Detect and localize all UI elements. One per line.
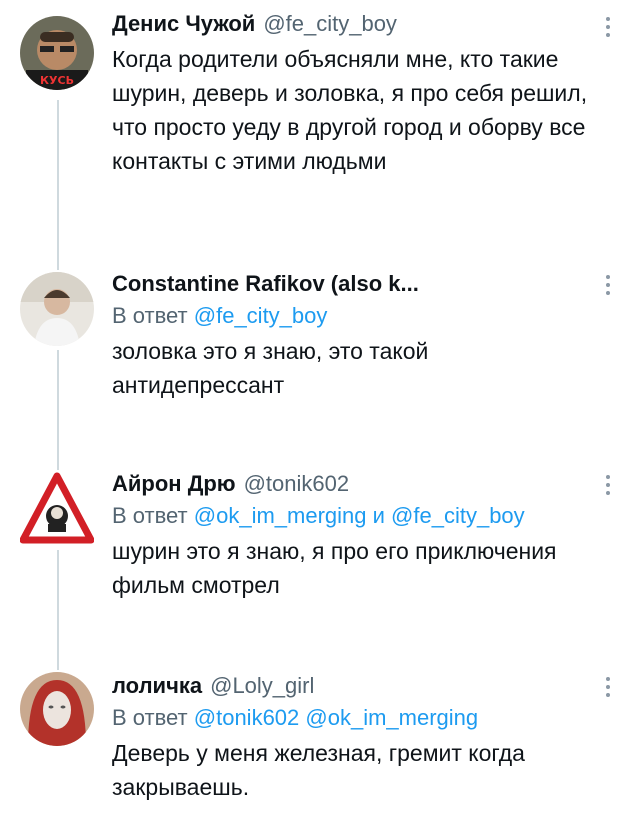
- avatar[interactable]: [20, 672, 94, 746]
- author-name[interactable]: Constantine Rafikov (also k...: [112, 271, 419, 296]
- author-name[interactable]: лоличка: [112, 673, 202, 698]
- reply-prefix: В ответ: [112, 503, 188, 528]
- thread-line: [57, 350, 59, 470]
- avatar[interactable]: КУСЬ: [20, 16, 94, 90]
- avatar-image: КУСЬ: [20, 16, 94, 90]
- author-name[interactable]: Денис Чужой: [112, 11, 255, 36]
- thread-line: [57, 550, 59, 670]
- tweet-header: Constantine Rafikov (also k...: [112, 270, 600, 298]
- tweet-text: шурин это я знаю, я про его приключения …: [112, 538, 557, 598]
- reply-mention-link[interactable]: @fe_city_boy: [194, 303, 328, 328]
- svg-text:КУСЬ: КУСЬ: [40, 74, 74, 87]
- reply-mention-link[interactable]: @fe_city_boy: [391, 503, 525, 528]
- more-options-icon[interactable]: [598, 270, 618, 300]
- tweet-text: Деверь у меня железная, гремит когда зак…: [112, 740, 525, 800]
- thread-line: [57, 100, 59, 270]
- author-name[interactable]: Айрон Дрю: [112, 471, 236, 496]
- reply-conjunction: и: [372, 503, 385, 528]
- reply-mention-link[interactable]: @ok_im_merging: [194, 503, 367, 528]
- reply-to: В ответ @fe_city_boy: [112, 302, 600, 330]
- tweet-header: Айрон Дрю @tonik602: [112, 470, 600, 498]
- author-handle[interactable]: @fe_city_boy: [263, 11, 397, 36]
- tweet-header: лоличка @Loly_girl: [112, 672, 600, 700]
- tweet-text: Когда родители объясняли мне, кто такие …: [112, 46, 588, 174]
- warning-sign-icon: [20, 472, 94, 544]
- avatar-image: [20, 272, 94, 346]
- more-options-icon[interactable]: [598, 12, 618, 42]
- tweet-text: золовка это я знаю, это такой антидепрес…: [112, 338, 429, 398]
- reply-prefix: В ответ: [112, 705, 188, 730]
- reply-to: В ответ @ok_im_merging и @fe_city_boy: [112, 502, 600, 530]
- avatar[interactable]: [20, 272, 94, 346]
- author-handle[interactable]: @Loly_girl: [210, 673, 314, 698]
- author-handle[interactable]: @tonik602: [244, 471, 350, 496]
- tweet-header: Денис Чужой @fe_city_boy: [112, 10, 600, 38]
- reply-to: В ответ @tonik602 @ok_im_merging: [112, 704, 600, 732]
- avatar-image: [20, 672, 94, 746]
- more-options-icon[interactable]: [598, 672, 618, 702]
- more-options-icon[interactable]: [598, 470, 618, 500]
- reply-prefix: В ответ: [112, 303, 188, 328]
- avatar[interactable]: [20, 472, 94, 546]
- reply-mention-link[interactable]: @tonik602 @ok_im_merging: [194, 705, 478, 730]
